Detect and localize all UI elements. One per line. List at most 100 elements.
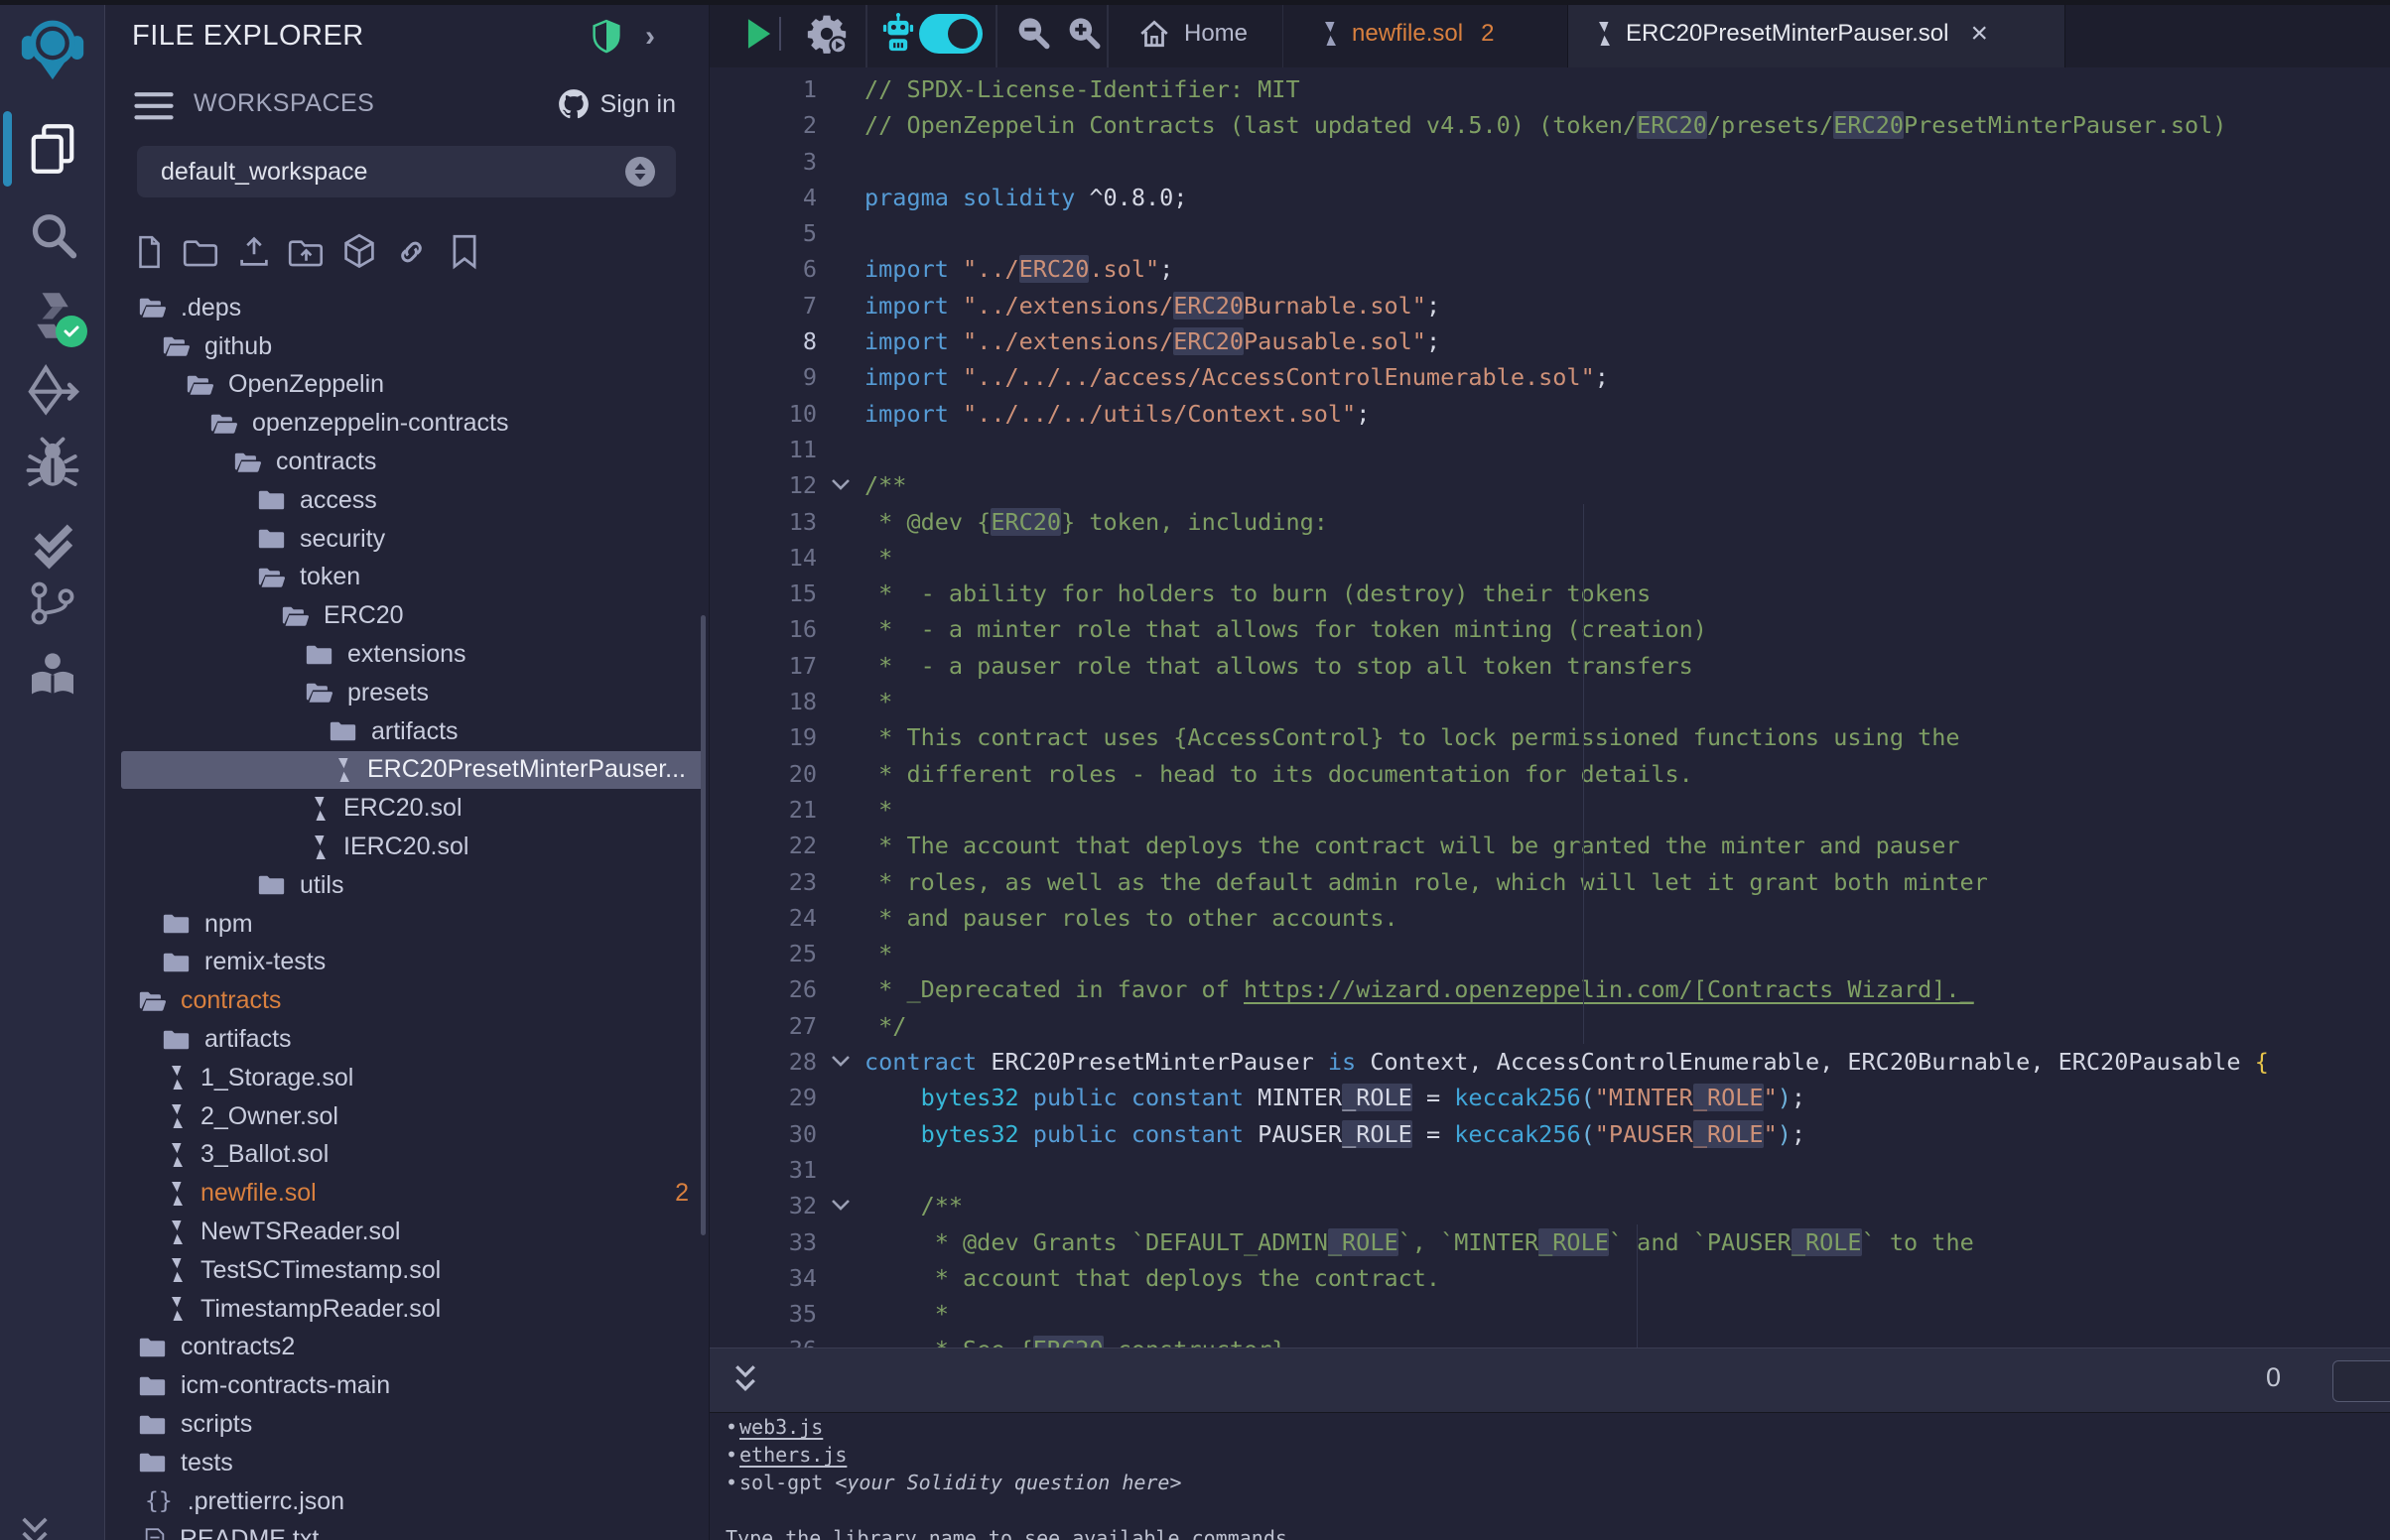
remix-logo-icon[interactable] (0, 14, 104, 83)
code-line-4[interactable]: 4pragma solidity ^0.8.0; (710, 180, 2390, 215)
upload-file-icon[interactable] (235, 232, 272, 272)
tree-item-extensions[interactable]: extensions (121, 635, 705, 674)
code-line-20[interactable]: 20 * different roles - head to its docum… (710, 756, 2390, 792)
code-line-14[interactable]: 14 * (710, 540, 2390, 576)
sidebar-item-search[interactable] (0, 208, 104, 264)
code-line-23[interactable]: 23 * roles, as well as the default admin… (710, 864, 2390, 900)
code-line-8[interactable]: 8import "../extensions/ERC20Pausable.sol… (710, 323, 2390, 359)
code-line-32[interactable]: 32 /** (710, 1188, 2390, 1223)
sign-in-button[interactable]: Sign in (557, 87, 676, 121)
workspace-select[interactable]: default_workspace (137, 146, 676, 197)
code-line-31[interactable]: 31 (710, 1152, 2390, 1188)
tree-item-erc20presetminterpauser-[interactable]: ERC20PresetMinterPauser... (121, 751, 705, 790)
scroll-more-icon[interactable] (12, 1516, 58, 1540)
code-line-13[interactable]: 13 * @dev {ERC20} token, including: (710, 504, 2390, 540)
code-line-5[interactable]: 5 (710, 215, 2390, 251)
git-ribbon-icon[interactable] (446, 232, 482, 272)
code-line-24[interactable]: 24 * and pauser roles to other accounts. (710, 900, 2390, 936)
run-script-button[interactable] (739, 0, 779, 67)
tab-newfile-sol[interactable]: newfile.sol 2 (1282, 0, 1568, 67)
code-line-25[interactable]: 25 * (710, 936, 2390, 971)
code-line-15[interactable]: 15 * - ability for holders to burn (dest… (710, 576, 2390, 611)
code-editor[interactable]: 1// SPDX-License-Identifier: MIT2// Open… (710, 67, 2390, 1348)
code-line-19[interactable]: 19 * This contract uses {AccessControl} … (710, 719, 2390, 755)
tree-item-contracts[interactable]: contracts (121, 443, 705, 481)
tab-erc20presetminterpauser-sol[interactable]: ERC20PresetMinterPauser.sol × (1567, 0, 2065, 67)
fold-chevron-icon[interactable] (817, 1188, 864, 1223)
tree-item-2-owner-sol[interactable]: 2_Owner.sol (121, 1097, 705, 1136)
terminal-output[interactable]: •web3.js•ethers.js•sol-gpt <your Solidit… (710, 1413, 2390, 1540)
compile-settings-button[interactable] (801, 0, 853, 67)
tree-item-remix-tests[interactable]: remix-tests (121, 944, 705, 982)
terminal-expand-icon[interactable] (726, 1362, 765, 1398)
code-line-22[interactable]: 22 * The account that deploys the contra… (710, 828, 2390, 863)
sidebar-item-unit-testing[interactable] (0, 515, 104, 571)
tree-item-token[interactable]: token (121, 559, 705, 597)
tree-item-ierc20-sol[interactable]: IERC20.sol (121, 828, 705, 866)
sidebar-item-debugger[interactable] (0, 436, 104, 491)
ipfs-cube-icon[interactable] (340, 232, 377, 272)
terminal-header[interactable]: 0 (710, 1348, 2390, 1413)
sidebar-item-file-explorer[interactable] (0, 121, 104, 177)
code-line-11[interactable]: 11 (710, 432, 2390, 467)
terminal-search-input[interactable] (2332, 1360, 2390, 1402)
tree-item-scripts[interactable]: scripts (121, 1405, 705, 1444)
tree-item-erc20[interactable]: ERC20 (121, 596, 705, 635)
zoom-in-button[interactable] (1061, 0, 1107, 67)
terminal-link[interactable]: ethers.js (739, 1443, 847, 1467)
tree-item-1-storage-sol[interactable]: 1_Storage.sol (121, 1059, 705, 1097)
code-line-21[interactable]: 21 * (710, 792, 2390, 828)
code-line-6[interactable]: 6import "../ERC20.sol"; (710, 251, 2390, 287)
panel-scrollbar[interactable] (701, 615, 706, 1235)
code-line-12[interactable]: 12/** (710, 467, 2390, 503)
tree-item-utils[interactable]: utils (121, 866, 705, 905)
tree-item-contracts[interactable]: contracts (121, 981, 705, 1020)
code-line-28[interactable]: 28contract ERC20PresetMinterPauser is Co… (710, 1044, 2390, 1080)
tree-item--deps[interactable]: .deps (121, 289, 705, 327)
new-folder-icon[interactable] (183, 232, 219, 272)
code-line-33[interactable]: 33 * @dev Grants `DEFAULT_ADMIN_ROLE`, `… (710, 1224, 2390, 1260)
tree-item-contracts2[interactable]: contracts2 (121, 1329, 705, 1367)
code-line-2[interactable]: 2// OpenZeppelin Contracts (last updated… (710, 107, 2390, 143)
sidebar-item-solidity-compiler[interactable] (0, 288, 104, 343)
close-tab-icon[interactable]: × (1970, 19, 1988, 49)
code-line-16[interactable]: 16 * - a minter role that allows for tok… (710, 611, 2390, 647)
tree-item-newfile-sol[interactable]: newfile.sol2 (121, 1174, 705, 1213)
tree-item-newtsreader-sol[interactable]: NewTSReader.sol (121, 1213, 705, 1251)
tree-item-security[interactable]: security (121, 520, 705, 559)
code-line-34[interactable]: 34 * account that deploys the contract. (710, 1260, 2390, 1296)
code-line-27[interactable]: 27 */ (710, 1008, 2390, 1044)
code-line-30[interactable]: 30 bytes32 public constant PAUSER_ROLE =… (710, 1116, 2390, 1152)
code-line-9[interactable]: 9import "../../../access/AccessControlEn… (710, 359, 2390, 395)
terminal-link[interactable]: web3.js (739, 1415, 823, 1439)
code-line-29[interactable]: 29 bytes32 public constant MINTER_ROLE =… (710, 1080, 2390, 1115)
tree-item-icm-contracts-main[interactable]: icm-contracts-main (121, 1366, 705, 1405)
tree-item-github[interactable]: github (121, 327, 705, 366)
tree-item-testsctimestamp-sol[interactable]: TestSCTimestamp.sol (121, 1251, 705, 1290)
new-file-icon[interactable] (130, 232, 167, 272)
tree-item-presets[interactable]: presets (121, 674, 705, 712)
code-line-36[interactable]: 36 * See {ERC20-constructor}. (710, 1332, 2390, 1348)
tab-home[interactable]: Home (1108, 0, 1283, 67)
code-line-10[interactable]: 10import "../../../utils/Context.sol"; (710, 396, 2390, 432)
tree-item-npm[interactable]: npm (121, 905, 705, 944)
zoom-out-button[interactable] (1010, 0, 1056, 67)
ai-copilot-toggle[interactable] (919, 14, 983, 54)
sidebar-item-learneth[interactable] (0, 649, 104, 705)
upload-folder-icon[interactable] (288, 232, 325, 272)
tree-item-readme-txt[interactable]: README.txt (121, 1521, 705, 1540)
tree-item-openzeppelin-contracts[interactable]: openzeppelin-contracts (121, 404, 705, 443)
code-line-35[interactable]: 35 * (710, 1296, 2390, 1332)
tree-item-timestampreader-sol[interactable]: TimestampReader.sol (121, 1290, 705, 1329)
code-line-18[interactable]: 18 * (710, 684, 2390, 719)
sidebar-item-deploy-run[interactable] (0, 361, 104, 419)
code-line-17[interactable]: 17 * - a pauser role that allows to stop… (710, 648, 2390, 684)
fold-chevron-icon[interactable] (817, 1044, 864, 1080)
shield-icon[interactable] (589, 18, 624, 58)
hamburger-menu-icon[interactable] (134, 91, 174, 121)
tree-item-erc20-sol[interactable]: ERC20.sol (121, 789, 705, 828)
sidebar-item-git[interactable] (0, 577, 104, 630)
code-line-3[interactable]: 3 (710, 144, 2390, 180)
chevron-right-icon[interactable]: › (645, 20, 655, 54)
tree-item-access[interactable]: access (121, 481, 705, 520)
